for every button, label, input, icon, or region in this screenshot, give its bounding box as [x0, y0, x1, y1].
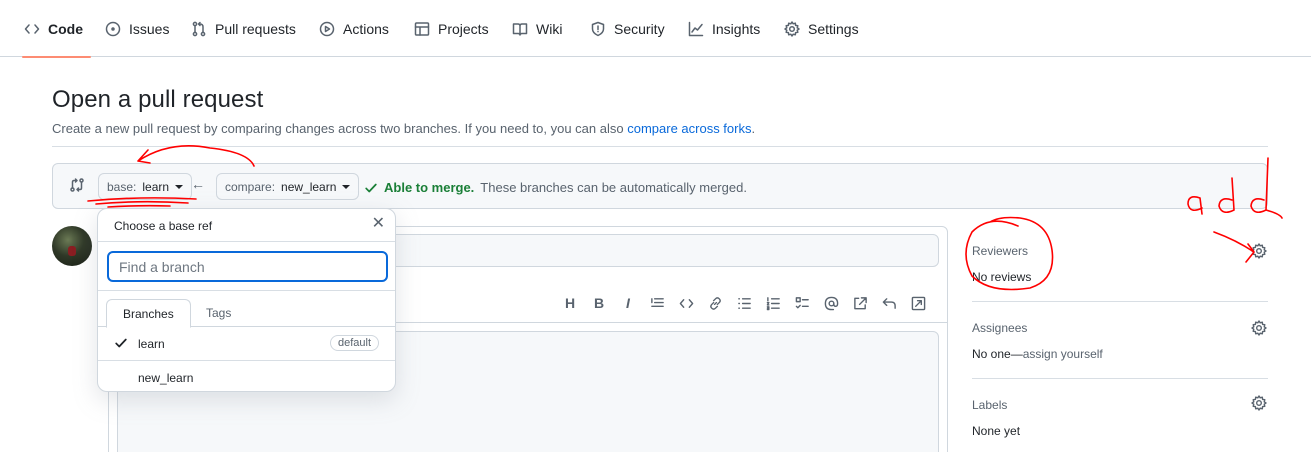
tab-projects[interactable]: Projects [414, 0, 489, 57]
reference-icon[interactable] [852, 294, 868, 312]
mention-icon[interactable] [823, 294, 839, 312]
check-icon [114, 336, 128, 350]
avatar-detail [68, 246, 76, 256]
base-branch-name: learn [142, 179, 170, 194]
divider [52, 146, 1268, 147]
git-compare-icon [69, 177, 87, 195]
heading-icon[interactable]: H [562, 294, 578, 312]
code-icon[interactable] [678, 294, 694, 312]
reviewers-label[interactable]: Reviewers [972, 244, 1028, 258]
compare-across-forks-link[interactable]: compare across forks [627, 121, 751, 136]
dropdown-tabs: Branches Tags [98, 299, 395, 328]
fullscreen-icon[interactable] [910, 294, 926, 312]
compare-bar: base: learn ← compare: new_learn Able to m… [52, 163, 1268, 209]
tab-label: Code [48, 20, 83, 37]
tab-security[interactable]: Security [590, 0, 665, 57]
book-icon [512, 22, 528, 36]
merge-ok-text: Able to merge. [384, 180, 475, 195]
labels-value: None yet [972, 424, 1021, 438]
shield-icon [591, 21, 605, 36]
tab-branches[interactable]: Branches [106, 299, 191, 328]
tab-label: Actions [343, 20, 389, 37]
close-icon[interactable]: ✕ [372, 216, 385, 232]
active-tab-underline [22, 56, 91, 58]
branch-name: new_learn [138, 371, 194, 385]
caret-down-icon [342, 184, 351, 189]
default-badge: default [329, 335, 379, 351]
repo-nav: Code Issues Pull requests Actions Projec… [0, 0, 1311, 58]
assignees-none: No one— [972, 347, 1023, 361]
reviewers-gear-icon[interactable] [1251, 243, 1267, 259]
tab-actions[interactable]: Actions [319, 0, 389, 57]
tasklist-icon[interactable] [794, 294, 810, 312]
sidebar-divider [972, 301, 1268, 302]
dropdown-header: Choose a base ref ✕ [98, 209, 395, 242]
link-icon[interactable] [707, 294, 723, 312]
undo-icon[interactable] [881, 294, 897, 312]
avatar [52, 226, 92, 266]
tab-issues[interactable]: Issues [105, 0, 169, 57]
tab-label: Settings [808, 20, 859, 37]
italic-icon[interactable]: I [620, 294, 636, 312]
subtitle-text: Create a new pull request by comparing c… [52, 121, 628, 136]
graph-icon [688, 21, 704, 36]
merge-message: These branches can be automatically merg… [480, 180, 747, 195]
branch-item-new-learn[interactable]: new_learn [98, 361, 395, 392]
markdown-toolbar: H B I [562, 294, 926, 312]
code-icon [24, 23, 40, 34]
pull-request-icon [192, 21, 206, 36]
dropdown-filter [98, 242, 395, 291]
tab-label: Wiki [536, 20, 563, 37]
tab-settings[interactable]: Settings [784, 0, 859, 57]
play-icon [319, 21, 335, 36]
subtitle-end: . [751, 121, 756, 136]
reviewers-value: No reviews [972, 270, 1032, 284]
assignees-label[interactable]: Assignees [972, 321, 1027, 335]
page-subtitle: Create a new pull request by comparing c… [52, 121, 755, 136]
tab-label: Security [614, 20, 665, 37]
gear-icon [784, 20, 800, 37]
merge-status: Able to merge. These branches can be aut… [364, 180, 747, 195]
ordered-list-icon[interactable] [765, 294, 781, 312]
tab-code[interactable]: Code [22, 0, 91, 58]
branch-name: learn [138, 337, 165, 351]
base-prefix: base: [107, 179, 137, 194]
sidebar-divider [972, 378, 1268, 379]
tab-label: Projects [438, 20, 489, 37]
compare-prefix: compare: [225, 179, 276, 194]
tab-tags[interactable]: Tags [190, 299, 247, 327]
check-icon [365, 183, 377, 192]
page-title: Open a pull request [52, 86, 264, 113]
compare-branch-button[interactable]: compare: new_learn [216, 173, 360, 200]
labels-gear-icon[interactable] [1251, 395, 1267, 411]
quote-icon[interactable] [649, 294, 665, 312]
table-icon [414, 21, 430, 36]
branch-filter-input[interactable] [107, 251, 388, 282]
base-ref-dropdown: Choose a base ref ✕ Branches Tags learn … [97, 208, 396, 392]
caret-down-icon [175, 184, 184, 189]
bold-icon[interactable]: B [591, 294, 607, 312]
tab-label: Insights [712, 20, 761, 37]
annotation-arrow-gear [1213, 231, 1255, 263]
tab-label: Issues [129, 20, 170, 37]
issues-icon [105, 21, 121, 36]
compare-branch-name: new_learn [281, 179, 337, 194]
tab-label: Pull requests [215, 20, 296, 37]
assignees-value: No one—assign yourself [972, 347, 1103, 361]
dropdown-title: Choose a base ref [114, 219, 213, 233]
assign-yourself-link[interactable]: assign yourself [1023, 347, 1103, 361]
tab-insights[interactable]: Insights [688, 0, 760, 57]
labels-label[interactable]: Labels [972, 398, 1007, 412]
tab-pull-requests[interactable]: Pull requests [191, 0, 296, 57]
unordered-list-icon[interactable] [736, 294, 752, 312]
arrow-left-icon: ← [191, 176, 205, 192]
assignees-gear-icon[interactable] [1251, 320, 1267, 336]
branch-item-learn[interactable]: learn default [98, 327, 395, 361]
base-branch-button[interactable]: base: learn [98, 173, 193, 200]
tab-wiki[interactable]: Wiki [512, 0, 562, 57]
